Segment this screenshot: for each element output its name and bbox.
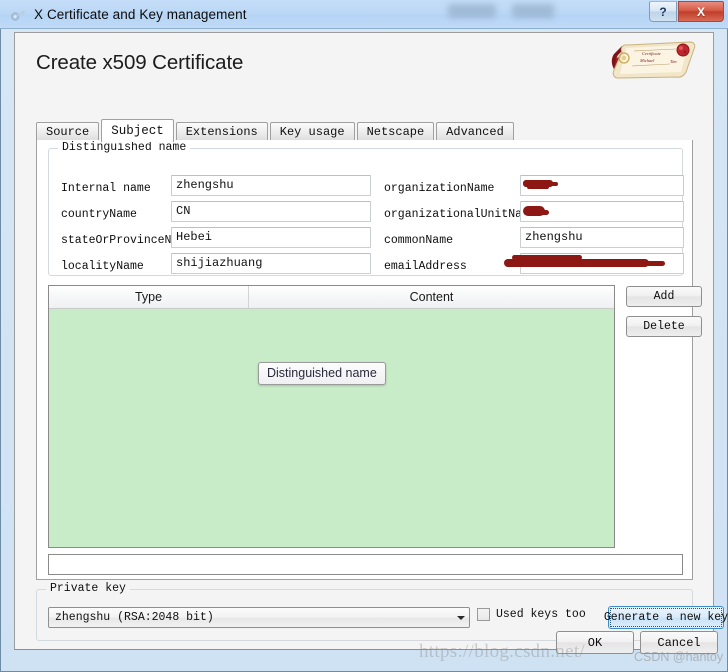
- svg-text:Michael: Michael: [639, 58, 655, 63]
- key-icon: [10, 6, 27, 23]
- table-body-empty[interactable]: [49, 309, 614, 547]
- label-email-address: emailAddress: [384, 260, 467, 273]
- label-locality-name: localityName: [61, 260, 144, 273]
- group-private-key-title: Private key: [46, 582, 130, 595]
- input-state-province-name[interactable]: Hebei: [171, 227, 371, 248]
- used-keys-too-label: Used keys too: [496, 608, 586, 621]
- input-organizational-unit-name[interactable]: [520, 201, 684, 222]
- delete-button[interactable]: Delete: [626, 316, 702, 337]
- input-common-name[interactable]: zhengshu: [520, 227, 684, 248]
- label-organization-name: organizationName: [384, 182, 495, 195]
- checkbox-box: [477, 608, 490, 621]
- input-organization-name[interactable]: [520, 175, 684, 196]
- private-key-select-value: zhengshu (RSA:2048 bit): [55, 611, 214, 624]
- label-internal-name: Internal name: [61, 182, 151, 195]
- certificate-scroll-icon: Certificate Michael Tim: [598, 36, 702, 88]
- column-header-content[interactable]: Content: [249, 286, 614, 308]
- private-key-select[interactable]: zhengshu (RSA:2048 bit): [48, 607, 470, 628]
- add-button[interactable]: Add: [626, 286, 702, 307]
- group-distinguished-name-title: Distinguished name: [58, 141, 191, 154]
- generate-a-new-key-button[interactable]: Generate a new key: [604, 606, 728, 629]
- input-country-name[interactable]: CN: [171, 201, 371, 222]
- label-country-name: countryName: [61, 208, 137, 221]
- tab-key-usage[interactable]: Key usage: [269, 122, 355, 141]
- input-internal-name[interactable]: zhengshu: [171, 175, 371, 196]
- tab-netscape[interactable]: Netscape: [356, 122, 435, 141]
- help-button[interactable]: ?: [649, 1, 677, 22]
- distinguished-name-table[interactable]: Type Content: [48, 285, 615, 548]
- close-button[interactable]: X: [678, 1, 724, 22]
- label-common-name: commonName: [384, 234, 454, 247]
- cancel-button[interactable]: Cancel: [640, 631, 718, 654]
- label-organizational-unit-name: organizationalUnitName: [384, 208, 536, 221]
- tab-source[interactable]: Source: [36, 122, 100, 141]
- used-keys-too-checkbox[interactable]: Used keys too: [477, 608, 586, 621]
- table-header-row: Type Content: [49, 286, 614, 309]
- window-controls: ? X: [649, 1, 724, 22]
- page-title: Create x509 Certificate: [36, 51, 244, 74]
- group-distinguished-name: Distinguished name Internal name country…: [48, 141, 684, 276]
- titlebar-blurred-text-2: [512, 4, 554, 18]
- input-locality-name[interactable]: shijiazhuang: [171, 253, 371, 274]
- extra-text-input[interactable]: [48, 554, 683, 575]
- tab-extensions[interactable]: Extensions: [175, 122, 268, 141]
- titlebar-blurred-text-1: [448, 4, 496, 18]
- tab-subject[interactable]: Subject: [101, 119, 174, 142]
- ok-button[interactable]: OK: [556, 631, 634, 654]
- tabpage-subject: Distinguished name Internal name country…: [36, 140, 702, 580]
- svg-text:Tim: Tim: [670, 59, 677, 64]
- dialog-client-area: Create x509 Certificate Certificate Mich…: [14, 32, 728, 650]
- column-header-type[interactable]: Type: [49, 286, 249, 308]
- svg-text:Certificate: Certificate: [642, 51, 661, 56]
- distinguished-name-tooltip: Distinguished name: [258, 362, 386, 385]
- tab-advanced[interactable]: Advanced: [436, 122, 514, 141]
- tabstrip: Source Subject Extensions Key usage Nets…: [36, 119, 693, 142]
- chevron-down-icon: [452, 615, 469, 620]
- input-email-address[interactable]: [520, 253, 684, 274]
- generate-a-new-key-label: Generate a new key: [603, 611, 728, 624]
- application-window: X Certificate and Key management ? X Cre…: [0, 0, 728, 672]
- window-titlebar: X Certificate and Key management ? X: [0, 0, 728, 29]
- window-title: X Certificate and Key management: [34, 6, 247, 22]
